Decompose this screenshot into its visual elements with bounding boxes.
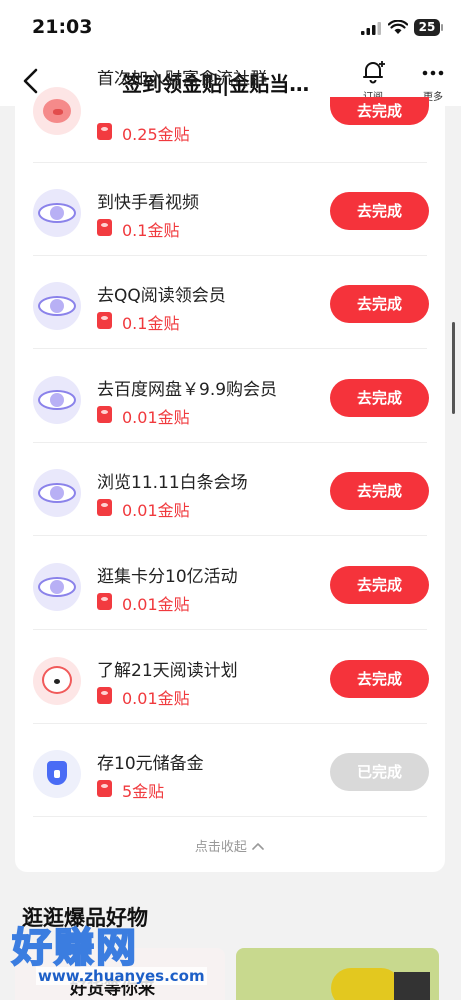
task-row: 去QQ阅读领会员 0.1金贴 去完成	[15, 256, 445, 349]
chevron-up-icon	[252, 842, 264, 850]
watermark-url: www.zhuanyes.com	[36, 967, 207, 985]
red-packet-icon	[97, 123, 112, 140]
go-complete-button[interactable]: 去完成	[330, 192, 429, 230]
task-row: 浏览11.11白条会场 0.01金贴 去完成	[15, 443, 445, 536]
row-divider	[33, 629, 427, 630]
red-packet-icon	[97, 406, 112, 423]
product-banner-right[interactable]	[236, 948, 439, 1000]
task-title: 去QQ阅读领会员	[97, 286, 226, 306]
red-packet-icon	[97, 499, 112, 516]
task-title: 到快手看视频	[97, 193, 199, 213]
task-row: 了解21天阅读计划 0.01金贴 去完成	[15, 631, 445, 724]
eye-icon	[33, 189, 81, 237]
joy-dog-icon	[33, 657, 81, 705]
watermark: 好赚网 www.zhuanyes.com	[11, 915, 207, 995]
task-row: 去百度网盘￥9.9购会员 0.01金贴 去完成	[15, 350, 445, 443]
red-packet-icon	[97, 687, 112, 704]
scrollbar[interactable]	[452, 322, 455, 414]
red-packet-icon	[97, 312, 112, 329]
task-row: 存10元储备金 5金贴 已完成	[15, 724, 445, 817]
status-bar: 21:03 25	[0, 0, 461, 56]
task-title: 逛集卡分10亿活动	[97, 567, 238, 587]
reward-amount: 0.1金贴	[122, 221, 180, 240]
red-packet-icon	[97, 780, 112, 797]
red-packet-icon	[97, 219, 112, 236]
status-time: 21:03	[32, 16, 93, 38]
reward-amount: 0.25金贴	[122, 125, 190, 144]
eye-icon	[33, 282, 81, 330]
completed-button: 已完成	[330, 753, 429, 791]
reward-amount: 5金贴	[122, 782, 165, 801]
reward-amount: 0.01金贴	[122, 501, 190, 520]
task-row: 到快手看视频 0.1金贴 去完成	[15, 163, 445, 256]
piggy-bank-icon	[33, 87, 81, 135]
reward-amount: 0.01金贴	[122, 408, 190, 427]
reward-amount: 0.01金贴	[122, 595, 190, 614]
row-divider	[33, 816, 427, 817]
go-complete-button[interactable]: 去完成	[330, 660, 429, 698]
shield-umbrella-icon	[33, 750, 81, 798]
task-row: 首次加入财富食流社群 0.25金贴 去完成	[15, 70, 445, 163]
product-image	[331, 968, 401, 1000]
battery-icon: 25	[414, 19, 440, 36]
eye-icon	[33, 376, 81, 424]
wifi-icon	[388, 20, 408, 34]
collapse-toggle[interactable]: 点击收起	[15, 836, 445, 855]
product-box-image	[394, 972, 430, 1000]
red-packet-icon	[97, 593, 112, 610]
go-complete-button[interactable]: 去完成	[330, 97, 429, 125]
reward-amount: 0.1金贴	[122, 314, 180, 333]
task-title: 存10元储备金	[97, 754, 204, 774]
signal-icon	[361, 22, 381, 35]
go-complete-button[interactable]: 去完成	[330, 379, 429, 417]
row-divider	[33, 348, 427, 349]
task-list-card: 首次加入财富食流社群 0.25金贴 去完成 到快手看视频 0.1金贴 去完成 去…	[15, 70, 445, 872]
go-complete-button[interactable]: 去完成	[330, 566, 429, 604]
task-row: 逛集卡分10亿活动 0.01金贴 去完成	[15, 537, 445, 630]
go-complete-button[interactable]: 去完成	[330, 472, 429, 510]
battery-tip	[441, 24, 443, 31]
task-title: 浏览11.11白条会场	[97, 473, 248, 493]
eye-icon	[33, 563, 81, 611]
row-divider	[33, 535, 427, 536]
collapse-label: 点击收起	[194, 840, 247, 855]
reward-amount: 0.01金贴	[122, 689, 190, 708]
go-complete-button[interactable]: 去完成	[330, 285, 429, 323]
eye-icon	[33, 469, 81, 517]
task-title: 了解21天阅读计划	[97, 661, 238, 681]
task-title: 去百度网盘￥9.9购会员	[97, 380, 278, 400]
watermark-brand: 好赚网	[11, 924, 138, 972]
